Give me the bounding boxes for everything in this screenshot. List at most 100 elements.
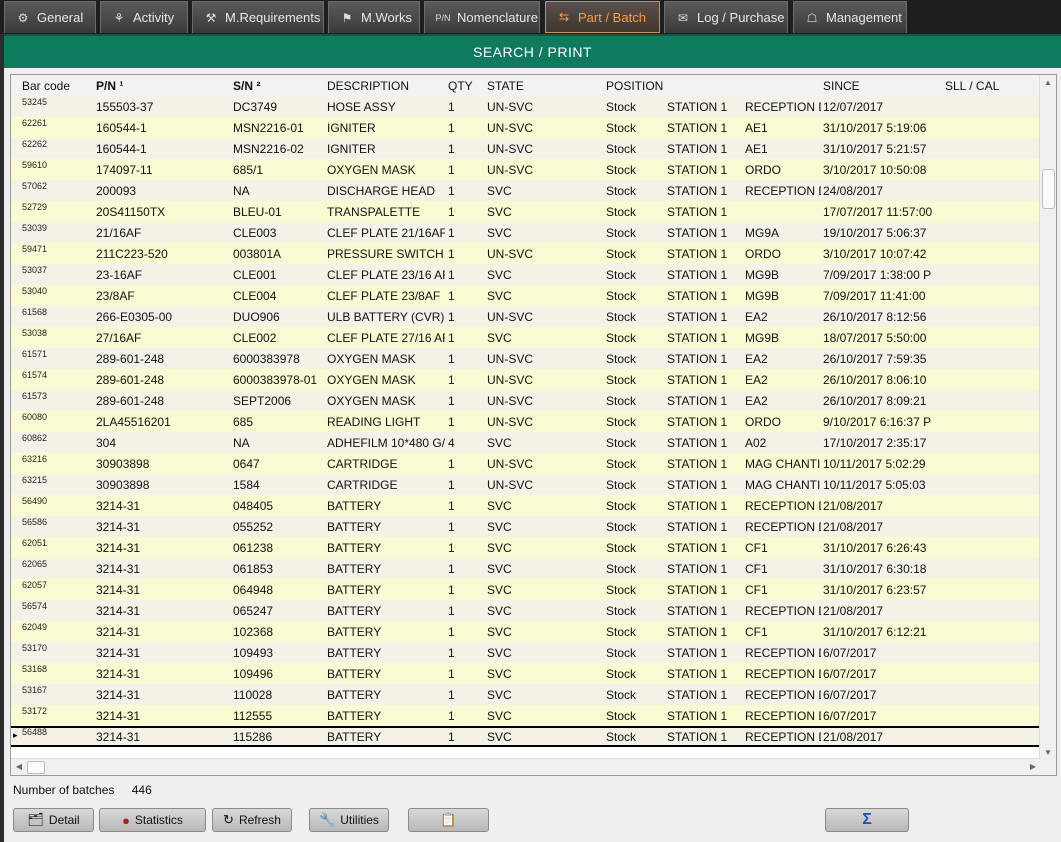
table-row[interactable]: 53167 3214-31 110028 BATTERY 1 SVC Stock STATIO… <box>11 684 1041 705</box>
cell-serial-number: 6000383978-01 <box>233 373 318 387</box>
table-row[interactable]: 53038 27/16AF CLE002 CLEF PLATE 27/16 AF 1 SV… <box>11 327 1041 348</box>
col-position[interactable]: POSITION <box>606 79 663 93</box>
cell-serial-number: NA <box>233 184 250 198</box>
tab-part-batch[interactable]: ⇆ Part / Batch <box>545 1 660 33</box>
cell-part-number: 2LA45516201 <box>96 415 171 429</box>
table-row[interactable]: 53039 21/16AF CLE003 CLEF PLATE 21/16AF 1 SVC… <box>11 222 1041 243</box>
table-row[interactable]: 56586 3214-31 055252 BATTERY 1 SVC Stock STATIO… <box>11 516 1041 537</box>
detail-button[interactable]: 🗂 Detail <box>13 808 94 832</box>
horizontal-scroll-thumb[interactable] <box>27 761 45 774</box>
cell-station: STATION 1 <box>667 583 728 597</box>
col-barcode[interactable]: Bar code <box>22 79 70 93</box>
cell-serial-number: 685/1 <box>233 163 264 177</box>
current-row-icon: ▸ <box>13 730 18 740</box>
table-row[interactable]: 53170 3214-31 109493 BATTERY 1 SVC Stock STATIO… <box>11 642 1041 663</box>
cell-position: MAG CHANTI <box>745 457 821 471</box>
cell-station: STATION 1 <box>667 499 728 513</box>
scroll-up-icon[interactable]: ▲ <box>1040 75 1056 91</box>
table-row[interactable]: 53168 3214-31 109496 BATTERY 1 SVC Stock STATIO… <box>11 663 1041 684</box>
cell-part-number: 289-601-248 <box>96 373 165 387</box>
table-row[interactable]: 57062 200093 NA DISCHARGE HEAD 1 SVC Stock STAT… <box>11 180 1041 201</box>
table-row[interactable]: 62049 3214-31 102368 BATTERY 1 SVC Stock STATIO… <box>11 621 1041 642</box>
statistics-button-label: Statistics <box>134 813 183 827</box>
table-row[interactable]: 56574 3214-31 065247 BATTERY 1 SVC Stock STATIO… <box>11 600 1041 621</box>
col-serial-number[interactable]: S/N ² <box>233 79 260 93</box>
cell-barcode: 62065 <box>22 559 48 569</box>
table-row[interactable]: 52729 20S41150TX BLEU-01 TRANSPALETTE 1 SVC St… <box>11 201 1041 222</box>
tab-log-purchase[interactable]: ✉ Log / Purchase <box>664 1 788 33</box>
table-row[interactable]: 62057 3214-31 064948 BATTERY 1 SVC Stock STATIO… <box>11 579 1041 600</box>
table-row[interactable]: 56490 3214-31 048405 BATTERY 1 SVC Stock STATIO… <box>11 495 1041 516</box>
vertical-scrollbar[interactable]: ▲ ▼ <box>1039 75 1056 761</box>
cell-description: BATTERY <box>327 667 382 681</box>
table-row[interactable]: 62262 160544-1 MSN2216-02 IGNITER 1 UN-SVC Sto… <box>11 138 1041 159</box>
table-row[interactable]: 61574 289-601-248 6000383978-01 OXYGEN MASK… <box>11 369 1041 390</box>
cell-description: BATTERY <box>327 709 382 723</box>
table-row[interactable]: 60862 304 NA ADHEFILM 10*480 G/4 SVC Stock STA… <box>11 432 1041 453</box>
col-sll-cal[interactable]: SLL / CAL <box>945 79 999 93</box>
tab-label: Activity <box>133 10 175 25</box>
cell-station: STATION 1 <box>667 604 728 618</box>
table-row[interactable]: 61571 289-601-248 6000383978 OXYGEN MASK 1 UN… <box>11 348 1041 369</box>
cell-part-number: 3214-31 <box>96 583 141 597</box>
tools-icon: ⚒ <box>205 10 217 25</box>
col-description[interactable]: DESCRIPTION <box>327 79 409 93</box>
cell-part-number: 23/8AF <box>96 289 135 303</box>
cell-location: Stock <box>606 205 637 219</box>
tab-m-requirements[interactable]: ⚒ M.Requirements <box>192 1 324 33</box>
tab-nomenclature[interactable]: P/N Nomenclature <box>424 1 540 33</box>
cell-since: 17/10/2017 2:35:17 <box>823 436 927 450</box>
table-row[interactable]: 62051 3214-31 061238 BATTERY 1 SVC Stock STATIO… <box>11 537 1041 558</box>
cell-description: ULB BATTERY (CVR) <box>327 310 445 324</box>
table-row[interactable]: 63216 30903898 0647 CARTRIDGE 1 UN-SVC Stock ST… <box>11 453 1041 474</box>
table-row[interactable]: 61573 289-601-248 SEPT2006 OXYGEN MASK 1 UN-S… <box>11 390 1041 411</box>
utilities-button[interactable]: 🔧 Utilities <box>309 808 389 832</box>
table-row[interactable]: 62065 3214-31 061853 BATTERY 1 SVC Stock STATIO… <box>11 558 1041 579</box>
cell-description: CARTRIDGE <box>327 457 398 471</box>
cell-qty: 1 <box>448 604 455 618</box>
col-part-number[interactable]: P/N ¹ <box>96 79 123 93</box>
cell-location: Stock <box>606 289 637 303</box>
table-row[interactable]: 60080 2LA45516201 685 READING LIGHT 1 UN-SVC S… <box>11 411 1041 432</box>
tab-m-works[interactable]: ⚑ M.Works <box>328 1 420 33</box>
cell-description: OXYGEN MASK <box>327 352 416 366</box>
cell-state: UN-SVC <box>487 457 534 471</box>
table-row[interactable]: 61568 266-E0305-00 DUO906 ULB BATTERY (CVR)… <box>11 306 1041 327</box>
cell-qty: 1 <box>448 268 455 282</box>
table-row[interactable]: 59471 211C223-520 003801A PRESSURE SWITCH 1 U… <box>11 243 1041 264</box>
scroll-left-icon[interactable]: ◀ <box>11 759 27 775</box>
table-row[interactable]: 62261 160544-1 MSN2216-01 IGNITER 1 UN-SVC Sto… <box>11 117 1041 138</box>
tab-management[interactable]: ☖ Management <box>793 1 907 33</box>
col-qty[interactable]: QTY <box>448 79 473 93</box>
cell-serial-number: 0647 <box>233 457 260 471</box>
sum-button[interactable]: Σ <box>825 808 909 832</box>
table-row[interactable]: 59610 174097-11 685/1 OXYGEN MASK 1 UN-SVC Sto… <box>11 159 1041 180</box>
cell-position: CF1 <box>745 562 768 576</box>
cell-position: EA2 <box>745 352 768 366</box>
vertical-scroll-thumb[interactable] <box>1042 169 1055 209</box>
cell-part-number: 23-16AF <box>96 268 143 282</box>
col-since[interactable]: SINCE <box>823 79 860 93</box>
statistics-button[interactable]: ● Statistics <box>99 808 206 832</box>
cell-since: 21/08/2017 <box>823 499 884 513</box>
tab-general[interactable]: ⚙ General <box>4 1 96 33</box>
cell-barcode: 56586 <box>22 517 48 527</box>
table-row[interactable]: 56488 3214-31 115286 BATTERY 1 SVC Stock STATIO… <box>11 726 1041 747</box>
table-row[interactable]: 53037 23-16AF CLE001 CLEF PLATE 23/16 AF 1 SV… <box>11 264 1041 285</box>
cell-serial-number: DC3749 <box>233 100 278 114</box>
tab-activity[interactable]: ⚘ Activity <box>100 1 188 33</box>
cell-qty: 1 <box>448 373 455 387</box>
table-row[interactable]: 63215 30903898 1584 CARTRIDGE 1 UN-SVC Stock ST… <box>11 474 1041 495</box>
horizontal-scrollbar[interactable]: ◀ ▶ <box>11 758 1041 775</box>
export-button[interactable]: 📋 <box>408 808 489 832</box>
col-state[interactable]: STATE <box>487 79 524 93</box>
cell-barcode: 53037 <box>22 265 48 275</box>
cell-part-number: 27/16AF <box>96 331 142 345</box>
table-row[interactable]: 53040 23/8AF CLE004 CLEF PLATE 23/8AF 1 SVC St… <box>11 285 1041 306</box>
cell-since: 6/07/2017 <box>823 688 877 702</box>
refresh-button[interactable]: ↻ Refresh <box>212 808 292 832</box>
scroll-right-icon[interactable]: ▶ <box>1025 759 1041 775</box>
table-row[interactable]: 53172 3214-31 112555 BATTERY 1 SVC Stock STATIO… <box>11 705 1041 726</box>
table-row[interactable]: 53245 155503-37 DC3749 HOSE ASSY 1 UN-SVC Stoc… <box>11 96 1041 117</box>
cell-location: Stock <box>606 184 637 198</box>
